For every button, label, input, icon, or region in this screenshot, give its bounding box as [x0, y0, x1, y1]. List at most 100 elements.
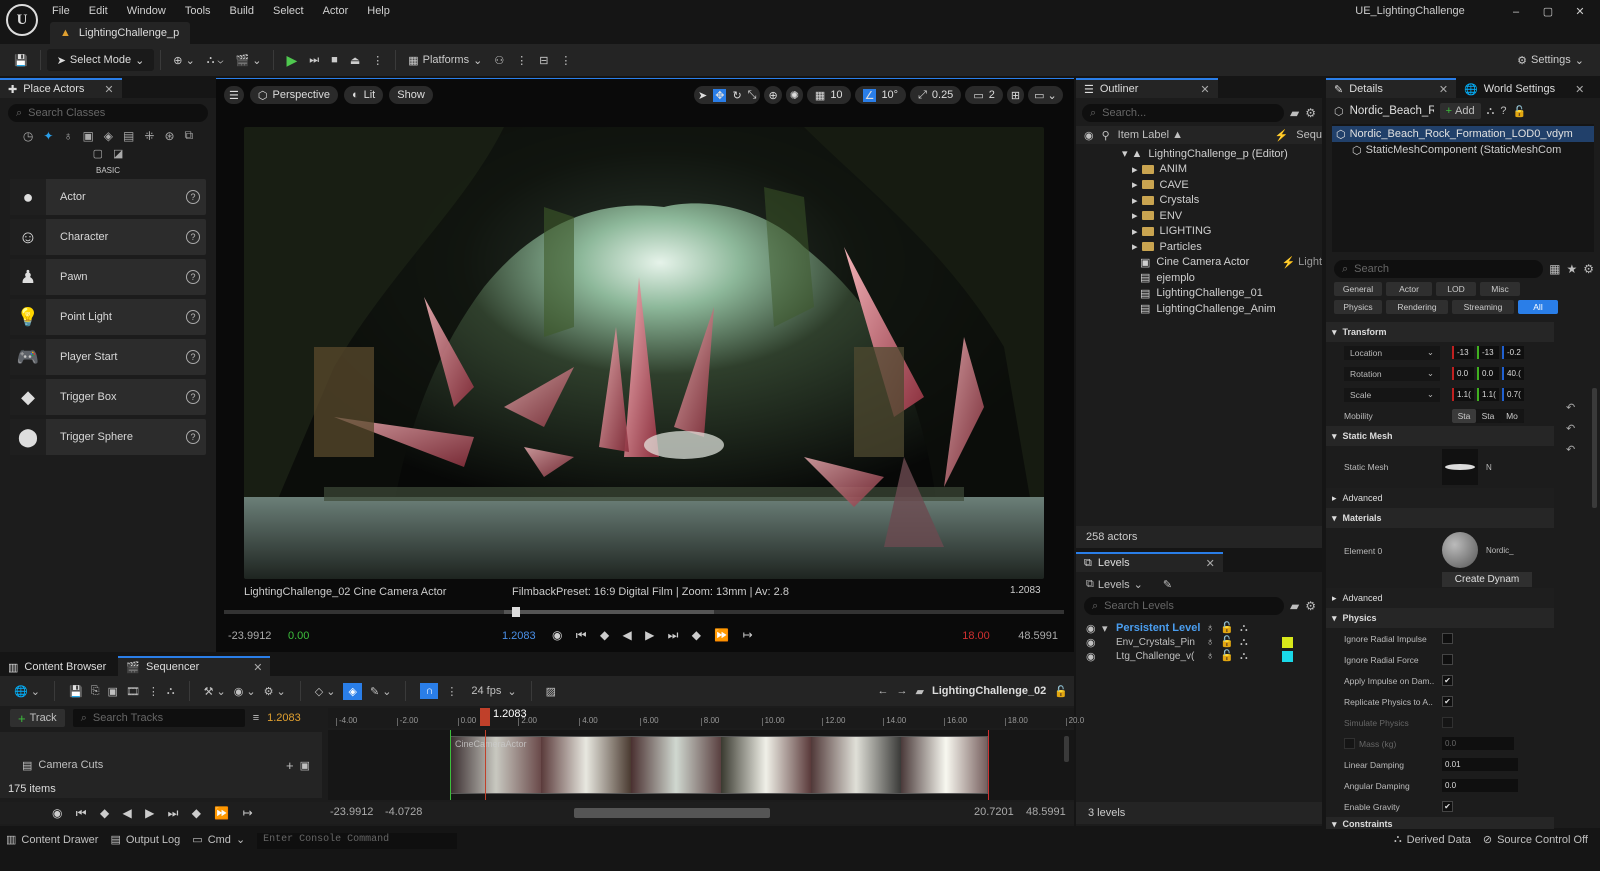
physics-checkbox[interactable]: [1442, 717, 1453, 728]
more-options-icon[interactable]: ⋮: [510, 49, 533, 71]
component-child[interactable]: ⬡ StaticMeshComponent (StaticMeshCom: [1332, 142, 1594, 158]
level-tab[interactable]: ▲ LightingChallenge_p: [50, 22, 190, 44]
physics-checkbox[interactable]: ✔: [1442, 696, 1453, 707]
geometry-icon[interactable]: ▤: [123, 129, 134, 143]
menu-tools[interactable]: Tools: [185, 5, 211, 17]
level-row[interactable]: ◉ Ltg_Challenge_v( ♁🔓⛬: [1086, 649, 1322, 663]
extra-category-icon[interactable]: ▢: [93, 147, 103, 160]
tab-details[interactable]: ✎ Details ✕: [1326, 78, 1457, 98]
physics-section[interactable]: ▾ Physics: [1326, 608, 1554, 628]
filter-icon[interactable]: ≡: [253, 712, 259, 724]
stop-icon[interactable]: ■: [325, 49, 344, 71]
material-value[interactable]: Nordic_: [1486, 546, 1514, 555]
outliner-folder[interactable]: ▸ Crystals: [1132, 193, 1322, 209]
console-input[interactable]: Enter Console Command: [257, 833, 458, 849]
settings-dropdown[interactable]: ⚙ Settings ⌄: [1511, 49, 1590, 71]
close-icon[interactable]: ✕: [104, 83, 113, 96]
world-local-icon[interactable]: ⊕: [764, 86, 782, 104]
outliner-actor[interactable]: ▤ ejemplo: [1132, 270, 1322, 286]
outliner-root[interactable]: ▾ ▲ LightingChallenge_p (Editor): [1122, 146, 1322, 162]
more-options-icon[interactable]: ⋮: [148, 685, 159, 698]
volumes-icon[interactable]: ⁜: [144, 129, 154, 143]
static-mesh-thumbnail[interactable]: [1442, 449, 1478, 485]
outliner-folder[interactable]: ▸ ENV: [1132, 208, 1322, 224]
chevron-right-icon[interactable]: ▸: [1132, 225, 1138, 238]
maximize-viewport-icon[interactable]: ⊞: [1006, 86, 1025, 104]
filter-general[interactable]: General: [1334, 282, 1382, 296]
visibility-icon[interactable]: ◉: [1086, 636, 1116, 649]
camera-icon[interactable]: ▣: [108, 685, 118, 698]
item-label-column[interactable]: Item Label ▲: [1118, 129, 1267, 141]
basic-icon[interactable]: ✦: [43, 129, 53, 143]
viewport-menu-icon[interactable]: ☰: [224, 86, 244, 104]
menu-help[interactable]: Help: [367, 5, 390, 17]
filter-streaming[interactable]: Streaming: [1452, 300, 1514, 314]
tab-content-browser[interactable]: ▥ Content Browser: [0, 656, 115, 676]
select-mode-dropdown[interactable]: ➤ Select Mode ⌄: [46, 49, 155, 71]
more-options-icon[interactable]: ⋮: [446, 685, 457, 698]
levels-search-input[interactable]: ⌕ Search Levels: [1084, 597, 1284, 615]
cinematics-icon[interactable]: 🎬 ⌄: [230, 49, 268, 71]
table-view-icon[interactable]: ▦: [1549, 262, 1560, 276]
save-as-icon[interactable]: ⎘: [91, 685, 100, 698]
outliner-folder[interactable]: ▸ Particles: [1132, 239, 1322, 255]
reset-icon[interactable]: ↶: [1566, 419, 1575, 440]
grid-snap-button[interactable]: ▦ 10: [806, 86, 851, 104]
add-track-button[interactable]: + Track: [10, 709, 65, 727]
tab-place-actors[interactable]: ✚ Place Actors ✕: [0, 78, 122, 98]
location-y[interactable]: -13: [1477, 346, 1499, 359]
enable-gravity-checkbox[interactable]: ✔: [1442, 801, 1453, 812]
level-color-swatch[interactable]: [1282, 636, 1293, 648]
filter-all[interactable]: All: [1518, 300, 1558, 314]
scale-y[interactable]: 1.1(: [1477, 388, 1499, 401]
angular-damping-value[interactable]: 0.0: [1442, 779, 1518, 792]
maximize-icon[interactable]: ▢: [1532, 5, 1564, 18]
outliner-search-input[interactable]: ⌕ Search...: [1082, 104, 1284, 122]
sequencer-transport-controls[interactable]: ◉ ⏮ ◆ ◀ ▶ ⏭ ◆ ⏩ ↦: [52, 806, 258, 821]
add-level-icon[interactable]: ▰: [1290, 599, 1299, 613]
levels-dropdown[interactable]: ⧉ Levels ⌄: [1086, 578, 1143, 591]
mass-value[interactable]: 0.0: [1442, 737, 1514, 750]
menu-select[interactable]: Select: [273, 5, 304, 17]
mass-override-checkbox[interactable]: [1344, 738, 1355, 749]
add-folder-icon[interactable]: ▰: [1290, 106, 1299, 120]
mobility-stationary[interactable]: Sta: [1476, 408, 1500, 423]
platforms-dropdown[interactable]: ▦ Platforms ⌄: [402, 49, 488, 71]
help-icon[interactable]: ?: [186, 230, 200, 244]
actor-item-character[interactable]: ☺ Character ?: [10, 219, 206, 255]
step-icon[interactable]: ⏭: [303, 49, 325, 71]
extra-category-icon[interactable]: ◪: [113, 147, 123, 160]
static-mesh-value[interactable]: N: [1486, 463, 1492, 472]
physics-checkbox[interactable]: ✔: [1442, 675, 1453, 686]
in-marker[interactable]: [450, 730, 451, 800]
advanced-section[interactable]: ▸ Advanced: [1326, 488, 1554, 508]
physics-checkbox[interactable]: [1442, 654, 1453, 665]
layout-icon[interactable]: ▭ ⌄: [1028, 86, 1063, 104]
materials-section[interactable]: ▾ Materials: [1326, 508, 1554, 528]
world-icon[interactable]: 🌐 ⌄: [14, 685, 40, 698]
menu-build[interactable]: Build: [230, 5, 254, 17]
outliner-folder[interactable]: ▸ LIGHTING: [1132, 224, 1322, 240]
sequence-column[interactable]: Sequ: [1296, 129, 1322, 141]
scrubber-handle[interactable]: [512, 607, 520, 617]
rotation-y[interactable]: 0.0: [1477, 367, 1499, 380]
outliner-actor[interactable]: ▤ LightingChallenge_01: [1132, 286, 1322, 302]
rotation-dropdown[interactable]: Rotation ⌄: [1344, 366, 1440, 381]
actor-item-player-start[interactable]: 🎮 Player Start ?: [10, 339, 206, 375]
tab-levels[interactable]: ⧉ Levels ✕: [1076, 552, 1223, 572]
viewport-scene[interactable]: [244, 127, 1044, 579]
scale-x[interactable]: 1.1(: [1452, 388, 1474, 401]
chevron-right-icon[interactable]: ▸: [1132, 209, 1138, 222]
star-icon[interactable]: ★: [1566, 262, 1577, 276]
chevron-right-icon[interactable]: ▸: [1132, 163, 1138, 176]
location-z[interactable]: -0.2: [1502, 346, 1524, 359]
menu-window[interactable]: Window: [127, 5, 166, 17]
rotate-tool-icon[interactable]: ↻: [732, 89, 741, 102]
filter-actor[interactable]: Actor: [1386, 282, 1432, 296]
chevron-down-icon[interactable]: ▾: [1102, 622, 1116, 635]
blueprint-icon[interactable]: ⛬ ⌄: [201, 49, 230, 71]
linear-damping-value[interactable]: 0.01: [1442, 758, 1518, 771]
static-mesh-section[interactable]: ▾ Static Mesh: [1326, 426, 1554, 446]
scale-tool-icon[interactable]: ⤡: [748, 89, 757, 102]
save-icon[interactable]: 💾: [8, 49, 34, 71]
